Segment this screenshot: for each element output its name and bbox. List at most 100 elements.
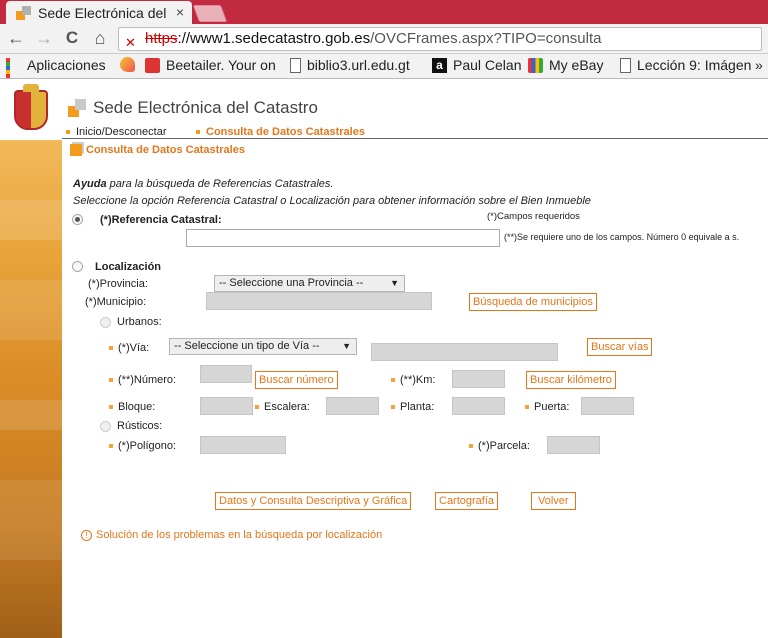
buscar-numero-button[interactable]: Buscar número [255, 371, 338, 389]
cartografia-button[interactable]: Cartografía [435, 492, 499, 510]
parcela-input[interactable] [547, 436, 600, 454]
bullet-icon [66, 130, 70, 135]
home-icon[interactable]: ⌂ [90, 28, 110, 48]
bookmarks-bar: Aplicaciones Beetailer. Your on biblio3.… [0, 54, 768, 79]
numero-label: (**)Número: [109, 374, 176, 386]
bullet-icon [196, 130, 200, 135]
insecure-lock-icon: ✕ [125, 35, 136, 50]
datos-consulta-button[interactable]: Datos y Consulta Descriptiva y Gráfica [215, 492, 412, 510]
back-icon[interactable]: ← [6, 28, 26, 48]
radio-rusticos[interactable] [100, 421, 111, 432]
ref-required-note: (**)Se requiere uno de los campos. Númer… [504, 232, 740, 242]
bookmark-beetailer[interactable]: Beetailer. Your on [145, 57, 276, 73]
buscar-kilometro-button[interactable]: Buscar kilómetro [526, 371, 616, 389]
tab-close-icon[interactable]: × [176, 4, 184, 20]
planta-label: Planta: [391, 401, 434, 413]
reload-icon[interactable]: C [62, 28, 82, 48]
poligono-input[interactable] [200, 436, 286, 454]
left-decorative-column [0, 80, 62, 638]
page-viewport: Sede Electrónica del Catastro Inicio/Des… [0, 80, 768, 638]
nav-current-link[interactable]: Consulta de Datos Catastrales [196, 126, 365, 138]
bookmark-apps[interactable]: Aplicaciones [6, 57, 106, 78]
bookmark-label: Paul Celan [453, 57, 522, 73]
bookmark-biblio3[interactable]: biblio3.url.edu.gt [290, 57, 410, 73]
browser-tab-active[interactable]: Sede Electrónica del × [6, 1, 192, 24]
bookmark-label: Aplicaciones [27, 57, 106, 73]
bookmark-my-ebay[interactable]: My eBay [528, 57, 603, 73]
site-title: Sede Electrónica del Catastro [93, 98, 318, 117]
page-icon [290, 57, 301, 73]
planta-input[interactable] [452, 397, 505, 415]
localizacion-label: Localización [95, 261, 162, 273]
via-type-select[interactable]: -- Seleccione un tipo de Vía -- ▼ [169, 338, 357, 355]
address-bar[interactable]: ✕ https://www1.sedecatastro.gob.es/OVCFra… [118, 27, 762, 51]
escalera-input[interactable] [326, 397, 379, 415]
forward-icon[interactable]: → [34, 28, 54, 48]
municipio-label: (*)Municipio: [85, 296, 147, 308]
amazon-icon: a [432, 57, 447, 73]
parcela-label: (*)Parcela: [469, 440, 530, 452]
puerta-label: Puerta: [525, 401, 569, 413]
provincia-select[interactable]: -- Seleccione una Provincia -- ▼ [214, 275, 405, 292]
bookmark-label: My eBay [549, 57, 604, 73]
url-path: /OVCFrames.aspx?TIPO=consulta [370, 30, 602, 47]
numero-input[interactable] [200, 365, 252, 383]
instruction-text: Seleccione la opción Referencia Catastra… [73, 195, 591, 207]
help-link[interactable]: Ayuda [73, 178, 107, 190]
bookmark-paul-celan[interactable]: a Paul Celan [432, 57, 522, 73]
main-content: Consulta de Datos Catastrales Ayuda para… [62, 140, 768, 638]
bookmark-leccion[interactable]: Lección 9: Imágen [620, 57, 751, 73]
bookmark-lemon[interactable] [120, 57, 141, 72]
gift-icon [145, 57, 160, 73]
bullet-icon [469, 444, 473, 449]
rusticos-label: Rústicos: [117, 420, 163, 432]
help-problems-link[interactable]: ! Solución de los problemas en la búsqued… [81, 529, 382, 541]
radio-referencia-catastral[interactable] [72, 214, 83, 225]
bloque-input[interactable] [200, 397, 253, 415]
bloque-label: Bloque: [109, 401, 155, 413]
volver-button[interactable]: Volver [531, 492, 576, 510]
ebay-icon [528, 57, 543, 73]
section-heading: Consulta de Datos Catastrales [70, 144, 245, 157]
ref-catastral-input[interactable] [186, 229, 500, 247]
bookmarks-overflow-icon[interactable]: » [755, 57, 763, 73]
bullet-icon [391, 405, 395, 410]
bullet-icon [525, 405, 529, 410]
radio-urbanos[interactable] [100, 317, 111, 328]
radio-localizacion[interactable] [72, 261, 83, 272]
bookmark-label: Lección 9: Imágen [637, 57, 752, 73]
catastro-favicon [16, 5, 32, 21]
bookmark-label: biblio3.url.edu.gt [307, 57, 410, 73]
km-input[interactable] [452, 370, 505, 388]
ref-catastral-label: (*)Referencia Catastral: [100, 214, 222, 226]
buscar-vias-button[interactable]: Buscar vías [587, 338, 653, 356]
tab-title: Sede Electrónica del [38, 4, 167, 21]
urbanos-label: Urbanos: [117, 316, 162, 328]
bullet-icon [109, 444, 113, 449]
dropdown-arrow-icon: ▼ [342, 341, 351, 351]
site-nav: Inicio/Desconectar Consulta de Datos Cat… [62, 124, 768, 139]
bullet-icon [109, 405, 113, 410]
bullet-icon [391, 378, 395, 383]
spain-coat-of-arms-logo [0, 80, 62, 140]
page-icon [620, 57, 631, 73]
provincia-label: (*)Provincia: [88, 278, 148, 290]
puerta-input[interactable] [581, 397, 634, 415]
required-fields-note: (*)Campos requeridos [487, 211, 580, 222]
apps-icon [6, 57, 21, 78]
via-name-input[interactable] [371, 343, 558, 361]
municipio-input[interactable] [206, 292, 432, 310]
dropdown-arrow-icon: ▼ [390, 278, 399, 288]
url-host: ://www1.sedecatastro.gob.es [177, 30, 371, 47]
via-label: (*)Vía: [109, 342, 149, 354]
new-tab-button[interactable] [192, 5, 228, 22]
url-scheme: https [145, 30, 178, 47]
browser-toolbar: ← → C ⌂ ✕ https://www1.sedecatastro.gob.e… [0, 24, 768, 54]
section-icon [70, 144, 82, 157]
escalera-label: Escalera: [255, 401, 310, 413]
km-label: (**)Km: [391, 374, 435, 386]
info-icon: ! [81, 529, 92, 541]
bullet-icon [109, 378, 113, 383]
nav-home-link[interactable]: Inicio/Desconectar [66, 126, 167, 138]
busqueda-municipios-button[interactable]: Búsqueda de municipios [469, 293, 597, 311]
